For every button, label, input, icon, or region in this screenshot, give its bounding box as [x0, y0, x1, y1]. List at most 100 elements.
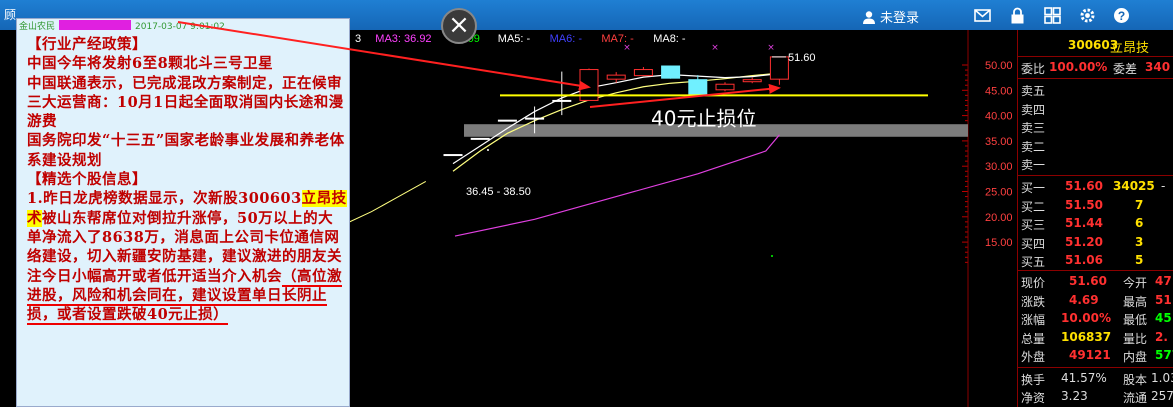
help-icon[interactable]: ? — [1113, 7, 1130, 24]
price-tick-label: 15.00 — [985, 237, 1013, 249]
lock-icon[interactable] — [1009, 7, 1026, 24]
candle — [715, 82, 735, 92]
buy-row: 买二 51.50 7 — [1021, 198, 1173, 215]
ma-legend-item: MA5: - — [498, 33, 531, 45]
note-heading-policy: 【行业产经政策】 — [27, 36, 147, 53]
sell-row: 卖一 — [1021, 156, 1173, 173]
stat-value: 51. — [1155, 292, 1173, 307]
stat-label: 最低 — [1123, 313, 1148, 328]
candle — [552, 71, 572, 116]
stat-value: 577 — [1155, 348, 1173, 363]
stop-loss-label: 40元止损位 — [651, 106, 756, 130]
price-tick-label: 50.00 — [985, 60, 1013, 72]
buy-level-label: 买二 — [1021, 199, 1046, 214]
stat-row: 涨跌 4.69 最高 51. — [1021, 293, 1173, 310]
login-status[interactable]: 未登录 — [862, 7, 919, 26]
note-heading-stock: 【精选个股信息】 — [27, 171, 147, 189]
ma-legend-item: MA6: - — [550, 33, 583, 45]
divider — [1018, 175, 1173, 176]
signal-dot — [771, 255, 773, 257]
ma-legend: 3MA3: 36.9228.09MA5: -MA6: -MA7: -MA8: - — [355, 33, 686, 45]
mail-icon[interactable] — [974, 7, 991, 24]
note-author: 金山农民 — [19, 22, 56, 32]
sell-row: 卖二 — [1021, 138, 1173, 155]
candle-body — [552, 99, 572, 102]
ma-legend-item: 3 — [355, 33, 361, 45]
sell-level-label: 卖五 — [1021, 84, 1046, 98]
price-axis: 50.00 45.00 40.00 35.00 30.00 25.00 20.00 15.00 — [962, 60, 1013, 263]
buy-level-label: 买三 — [1021, 218, 1046, 233]
candle-body — [443, 154, 463, 157]
stat-row: 总量 106837 量比 2. — [1021, 330, 1173, 347]
quote-panel: 300603 立昂技 委比 100.00% 委差 340 卖五 卖四 卖三 卖二 卖一 … — [1017, 30, 1173, 407]
buy-price: 51.06 — [1065, 253, 1103, 268]
stat-label: 净资 — [1021, 391, 1046, 405]
candle-body — [769, 56, 789, 80]
stat-row: 现价 51.60 今开 47. — [1021, 274, 1173, 291]
note-header: 金山农民 2017-03-07 9:01:02 — [17, 19, 349, 33]
candle — [661, 65, 681, 79]
candle — [497, 119, 517, 122]
stat-row: 外盘 49121 内盘 577 — [1021, 348, 1173, 365]
stat-row: 换手 41.57% 股本1.03 — [1021, 371, 1173, 388]
highlight-mark — [59, 20, 132, 30]
sell-level-label: 卖二 — [1021, 139, 1046, 154]
stat-label: 内盘 — [1123, 350, 1148, 365]
candle — [470, 137, 490, 140]
stat-value: 51.60 — [1069, 274, 1107, 288]
price-tick-label: 35.00 — [985, 136, 1013, 148]
price-tick-label: 30.00 — [985, 161, 1013, 173]
candle-body — [688, 79, 708, 95]
stat-value: 49121 — [1069, 348, 1111, 363]
candle-body — [497, 119, 517, 122]
stat-label: 今开 — [1123, 276, 1148, 290]
stat-value: 2570 — [1151, 389, 1173, 403]
signal-marks: × × × — [487, 43, 775, 257]
note-item: 国务院印发“十三五”国家老龄事业发展和养老体系建设规划 — [27, 132, 345, 169]
stat-value: 45. — [1155, 311, 1173, 326]
buy-price: 51.50 — [1065, 197, 1103, 212]
low-price-label: 36.45 - 38.50 — [466, 186, 531, 198]
price-tick-label: 40.00 — [985, 111, 1013, 123]
weicha-value: 340 — [1145, 60, 1171, 74]
note-item: 中国今年将发射6至8颗北斗三号卫星 — [27, 55, 274, 73]
candle-body — [742, 79, 762, 83]
candle — [633, 67, 653, 77]
login-label: 未登录 — [880, 11, 920, 26]
stat-row: 涨幅 10.00% 最低 45. — [1021, 311, 1173, 328]
signal-x-mark: × — [767, 43, 775, 53]
stock-name: 立昂技 — [1110, 41, 1150, 56]
stat-value: 2. — [1155, 329, 1168, 344]
divider — [1018, 78, 1173, 79]
stat-value: 41.57% — [1061, 371, 1107, 385]
buy-volume: 3 — [1135, 234, 1144, 249]
buy-volume: 6 — [1135, 216, 1144, 231]
buy-level-label: 买四 — [1021, 236, 1046, 251]
candle — [688, 75, 708, 97]
stat-label: 涨跌 — [1021, 294, 1046, 309]
sell-row: 卖五 — [1021, 82, 1173, 99]
candle-body — [633, 69, 653, 77]
weibi-label: 委比 — [1021, 62, 1046, 76]
stat-label: 流通 — [1123, 391, 1148, 405]
stat-value: 3.23 — [1061, 389, 1088, 403]
candle — [769, 56, 789, 85]
user-icon — [863, 11, 875, 24]
news-note-popup[interactable]: 金山农民 2017-03-07 9:01:02 【行业产经政策】 中国今年将发射6… — [16, 18, 350, 407]
signal-x-mark: × — [623, 43, 631, 53]
stat-label: 量比 — [1123, 331, 1148, 346]
grid-icon[interactable] — [1044, 7, 1061, 24]
candle-body — [470, 137, 490, 140]
price-tick-label: 20.00 — [985, 212, 1013, 224]
note-item: 中国联通表示，已完成混改方案制定，正在候审 — [27, 74, 342, 92]
stat-label: 最高 — [1123, 294, 1148, 309]
gear-icon[interactable] — [1079, 7, 1096, 24]
buy-level-label: 买一 — [1021, 181, 1046, 195]
stat-label: 总量 — [1021, 331, 1046, 346]
candle — [443, 154, 463, 157]
close-overlay-button[interactable]: × — [441, 8, 477, 44]
note-item: 三大运营商：10月1日起全面取消国内长途和漫游费 — [27, 93, 344, 131]
candle-body — [525, 117, 545, 120]
stat-label: 股本 — [1123, 373, 1148, 387]
high-price-label: 51.60 — [788, 52, 816, 64]
